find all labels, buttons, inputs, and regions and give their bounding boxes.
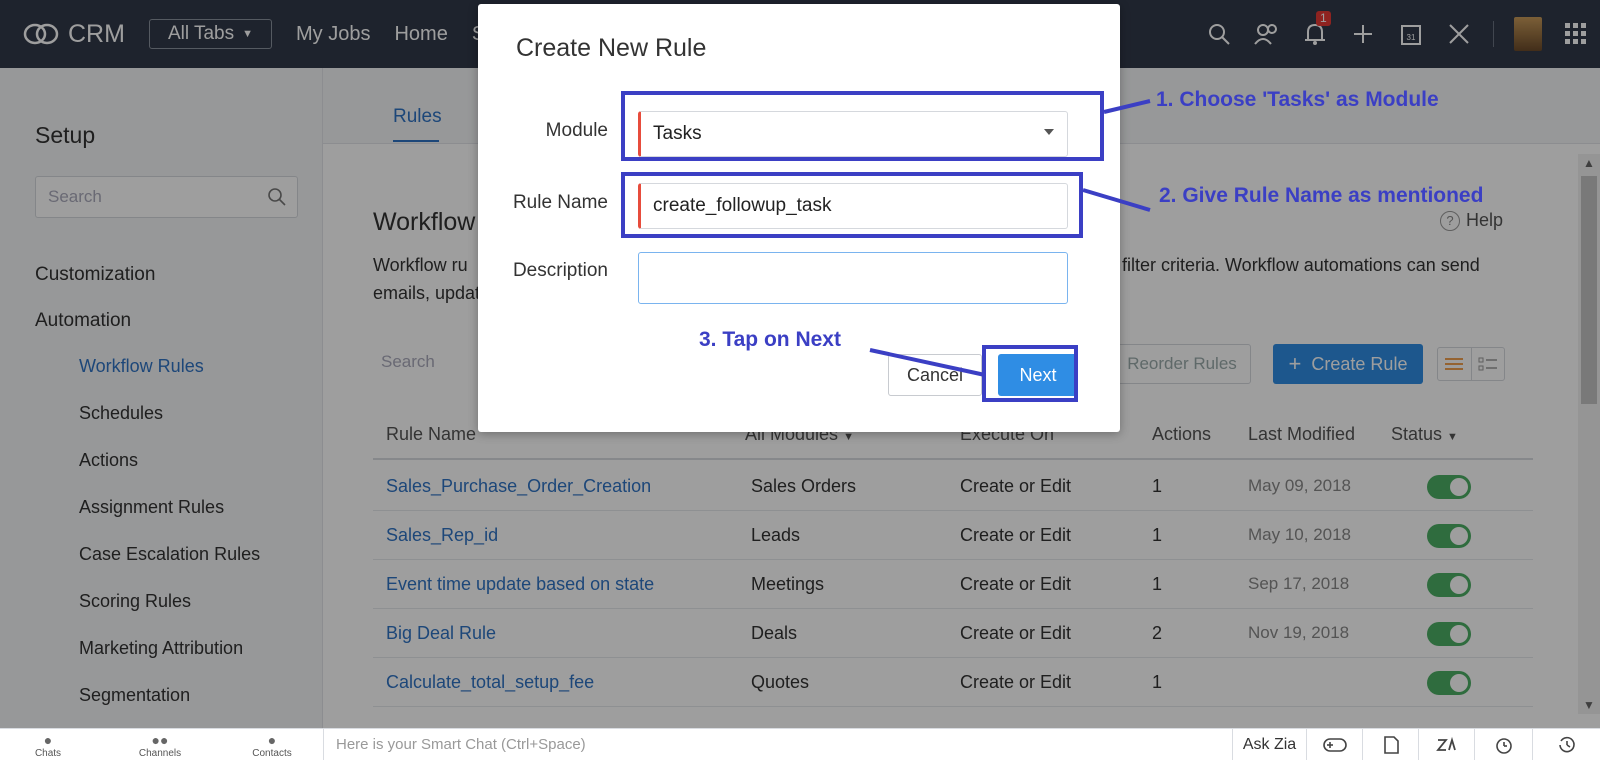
channels-icon: ●● <box>151 732 169 748</box>
channels-label: Channels <box>138 748 182 759</box>
arrow-step1 <box>1103 99 1151 114</box>
arrow-step3 <box>869 348 986 377</box>
history-icon[interactable] <box>1532 729 1600 760</box>
gamepad-icon[interactable] <box>1306 729 1362 760</box>
chats-button[interactable]: ● Chats <box>18 732 78 759</box>
contact-icon: ● <box>267 732 277 748</box>
smart-chat-input[interactable]: Here is your Smart Chat (Ctrl+Space) <box>323 729 598 760</box>
channels-button[interactable]: ●● Channels <box>130 732 190 759</box>
annotation-step1: 1. Choose 'Tasks' as Module <box>1156 88 1439 111</box>
zia-icon[interactable] <box>1418 729 1474 760</box>
alarm-clock-icon[interactable] <box>1474 729 1532 760</box>
chat-bubble-icon: ● <box>43 732 53 748</box>
bottom-bar: ● Chats ●● Channels ● Contacts Here is y… <box>0 728 1600 760</box>
annotation-arrows <box>869 99 1151 377</box>
ask-zia-button[interactable]: Ask Zia <box>1232 729 1306 760</box>
annotation-step3: 3. Tap on Next <box>699 328 841 351</box>
annotation-step2: 2. Give Rule Name as mentioned <box>1159 184 1484 207</box>
chats-label: Chats <box>34 748 62 759</box>
arrow-step2 <box>1082 188 1151 212</box>
contacts-label: Contacts <box>252 748 292 759</box>
contacts-button[interactable]: ● Contacts <box>242 732 302 759</box>
notes-icon[interactable] <box>1362 729 1418 760</box>
